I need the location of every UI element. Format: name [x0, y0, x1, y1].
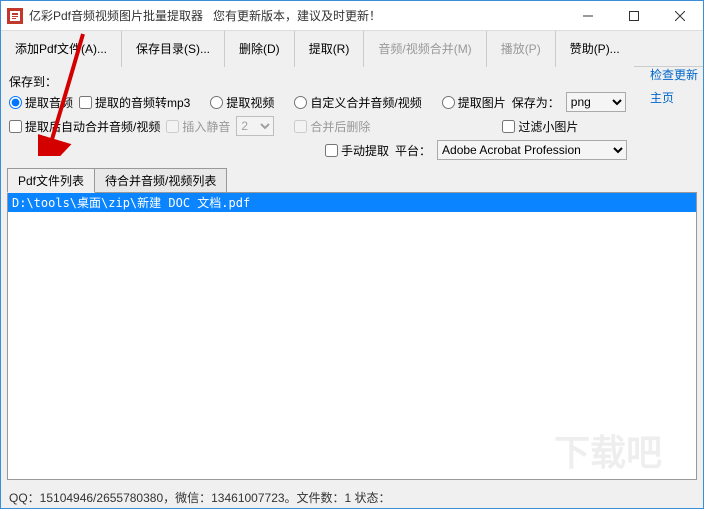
play-button[interactable]: 播放(P)	[487, 31, 556, 67]
extract-audio-radio[interactable]: 提取音频	[9, 94, 73, 111]
link-column: 检查更新 主页	[650, 66, 698, 106]
minimize-button[interactable]	[565, 1, 611, 31]
tab-files[interactable]: Pdf文件列表	[7, 168, 95, 193]
window-subtitle: 您有更新版本，建议及时更新！	[213, 7, 381, 24]
status-bar: QQ：15104946/2655780380，微信：13461007723。文件…	[1, 486, 703, 508]
toolbar: 添加Pdf文件(A)... 保存目录(S)... 删除(D) 提取(R) 音频/…	[1, 31, 703, 67]
titlebar: 亿彩Pdf音频视频图片批量提取器 您有更新版本，建议及时更新！	[1, 1, 703, 31]
home-link[interactable]: 主页	[650, 89, 698, 106]
insert-silence-checkbox[interactable]: 插入静音	[166, 118, 230, 135]
tab-merge-list[interactable]: 待合并音频/视频列表	[94, 168, 227, 193]
auto-merge-checkbox[interactable]: 提取后自动合并音频/视频	[9, 118, 160, 135]
app-window: 亿彩Pdf音频视频图片批量提取器 您有更新版本，建议及时更新！ 添加Pdf文件(…	[0, 0, 704, 509]
delete-after-merge-checkbox[interactable]: 合并后删除	[294, 118, 370, 135]
delete-button[interactable]: 删除(D)	[225, 31, 295, 67]
extract-video-radio[interactable]: 提取视频	[210, 94, 274, 111]
options-panel: 保存到： 提取音频 提取的音频转mp3 提取视频 自定义合并音频/视频 提取图片…	[1, 67, 703, 166]
audio-to-mp3-checkbox[interactable]: 提取的音频转mp3	[79, 94, 190, 111]
custom-merge-radio[interactable]: 自定义合并音频/视频	[294, 94, 421, 111]
merge-button[interactable]: 音频/视频合并(M)	[364, 31, 486, 67]
silence-select[interactable]: 2	[236, 116, 274, 136]
app-icon	[7, 8, 23, 24]
manual-extract-checkbox[interactable]: 手动提取	[325, 142, 389, 159]
add-pdf-button[interactable]: 添加Pdf文件(A)...	[1, 31, 122, 67]
format-select[interactable]: png	[566, 92, 626, 112]
extract-button[interactable]: 提取(R)	[295, 31, 365, 67]
window-title: 亿彩Pdf音频视频图片批量提取器	[29, 7, 203, 24]
save-dir-button[interactable]: 保存目录(S)...	[122, 31, 225, 67]
check-update-link[interactable]: 检查更新	[650, 66, 698, 83]
file-list[interactable]: D:\tools\桌面\zip\新建 DOC 文档.pdf	[7, 192, 697, 480]
platform-label: 平台：	[395, 142, 431, 159]
save-as-label: 保存为：	[512, 94, 560, 111]
sponsor-button[interactable]: 赞助(P)...	[556, 31, 634, 67]
save-to-label: 保存到：	[9, 73, 695, 90]
extract-image-radio[interactable]: 提取图片	[442, 94, 506, 111]
maximize-button[interactable]	[611, 1, 657, 31]
close-button[interactable]	[657, 1, 703, 31]
platform-select[interactable]: Adobe Acrobat Profession	[437, 140, 627, 160]
filter-small-checkbox[interactable]: 过滤小图片	[502, 118, 578, 135]
list-item[interactable]: D:\tools\桌面\zip\新建 DOC 文档.pdf	[8, 193, 696, 212]
tabs: Pdf文件列表 待合并音频/视频列表	[1, 168, 703, 193]
